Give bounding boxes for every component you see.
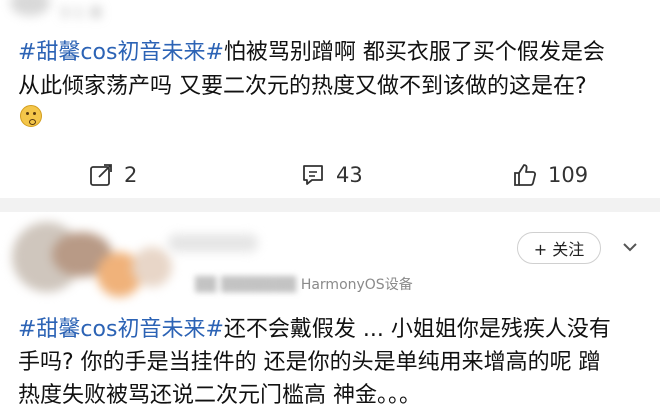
follow-button[interactable]: + 关注 <box>517 232 601 264</box>
divider <box>0 198 660 212</box>
share-count: 2 <box>124 163 138 187</box>
comment-text-line: #甜馨cos初音未来#怕被骂别蹭啊 都买衣服了买个假发是会 <box>18 37 605 69</box>
blurred-source: ▒▒ ▒▒▒▒▒▒▒ <box>195 277 297 293</box>
post-meta: ▒▒ ▒▒▒▒▒▒▒ HarmonyOS设备 <box>195 274 413 294</box>
comment-icon <box>303 165 323 185</box>
comment-text-line: 从此倾家荡产吗 又要二次元的热度又做不到该做的这是在? <box>18 74 587 99</box>
post-meta: 3-1 来 <box>60 6 104 21</box>
comment-card-1: 3-1 来 #甜馨cos初音未来#怕被骂别蹭啊 都买衣服了买个假发是会 从此倾家… <box>0 0 660 198</box>
device-label: HarmonyOS设备 <box>300 277 413 293</box>
comment-text-line: 手吗? 你的手是当挂件的 还是你的头是单纯用来增高的呢 蹭 <box>18 350 601 375</box>
thumbs-up-icon <box>514 164 537 186</box>
avatar[interactable] <box>10 0 50 16</box>
comment-text: 怕被骂别蹭啊 都买衣服了买个假发是会 <box>223 40 605 65</box>
share-button[interactable]: 2 <box>88 160 137 190</box>
avatar[interactable] <box>12 222 172 302</box>
follow-label: + 关注 <box>533 240 585 259</box>
comment-text-line: #甜馨cos初音未来#还不会戴假发 ... 小姐姐你是残疾人没有 <box>18 314 611 346</box>
hashtag-link[interactable]: #甜馨cos初音未来# <box>18 317 224 342</box>
comment-text-line: 热度失败被骂还说二次元门槛高 神金。。。 <box>18 383 421 408</box>
comment-count: 43 <box>336 163 363 187</box>
comment-card-2: + 关注 ▒▒ ▒▒▒▒▒▒▒ HarmonyOS设备 #甜馨cos初音未来#还… <box>0 212 660 419</box>
share-icon <box>90 164 112 186</box>
comment-text: 还不会戴假发 ... 小姐姐你是残疾人没有 <box>223 317 611 342</box>
hashtag-link[interactable]: #甜馨cos初音未来# <box>18 40 224 65</box>
thinking-face-emoji-icon <box>20 105 42 127</box>
comment-button[interactable]: 43 <box>300 160 363 190</box>
like-count: 109 <box>548 163 589 187</box>
chevron-down-icon[interactable] <box>620 237 640 257</box>
like-button[interactable]: 109 <box>512 160 588 190</box>
username[interactable] <box>168 234 258 252</box>
